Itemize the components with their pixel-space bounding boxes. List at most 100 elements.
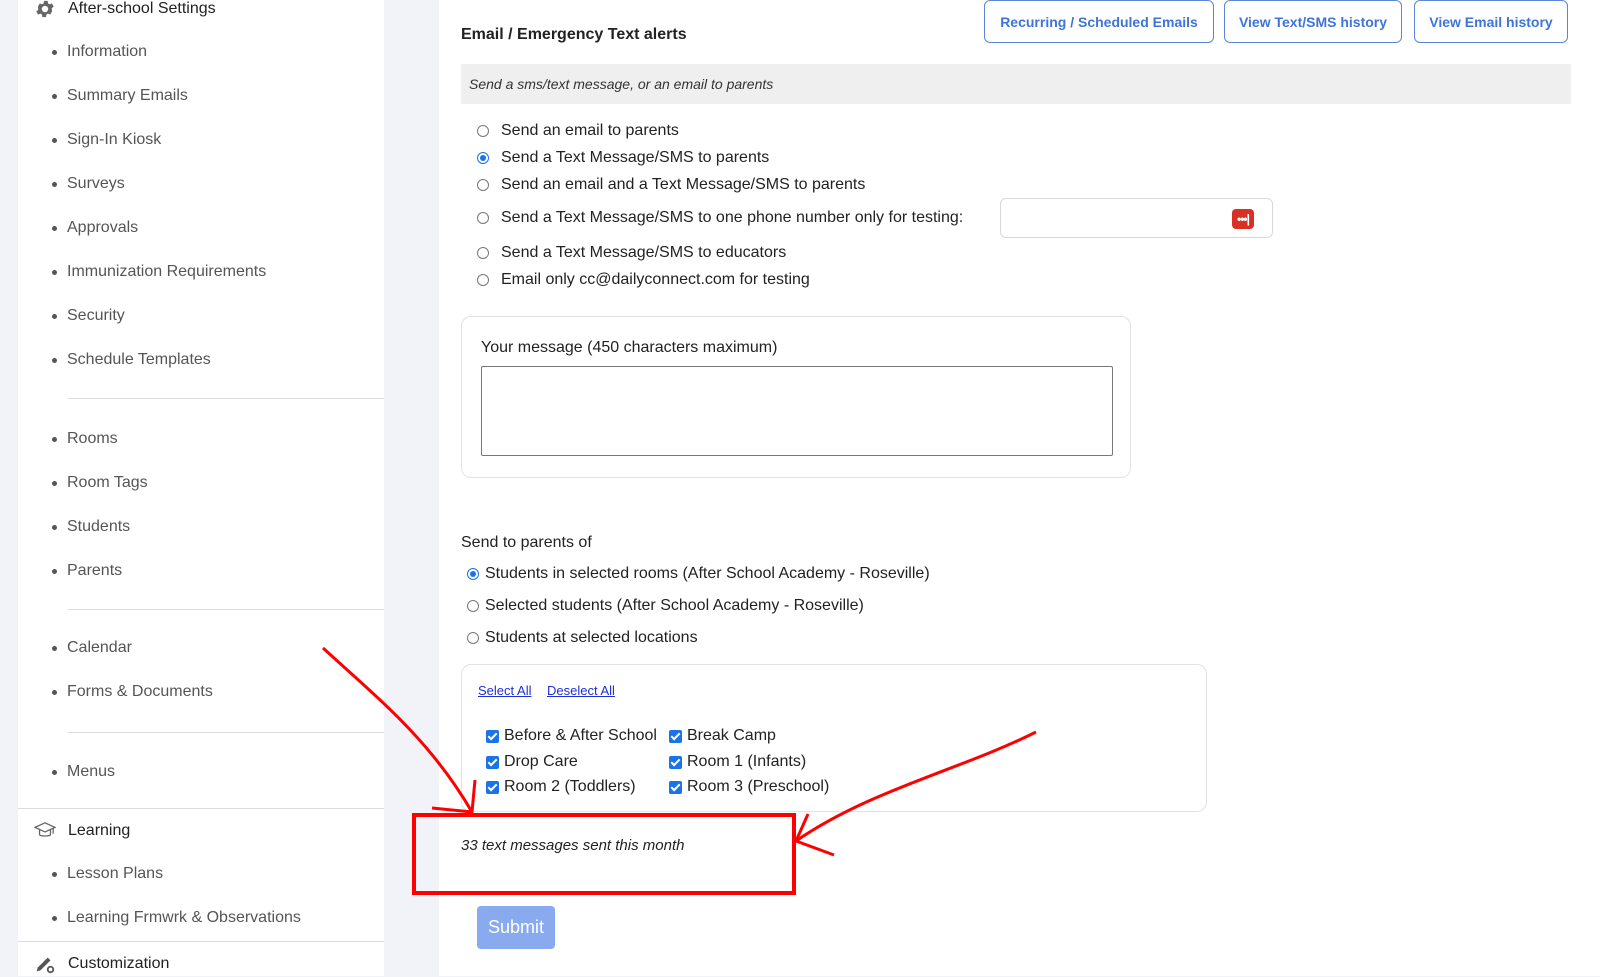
sidebar-item-menus[interactable]: Menus: [52, 761, 115, 783]
sidebar-item-label: Surveys: [67, 175, 125, 192]
sidebar-section-label: After-school Settings: [68, 0, 216, 17]
sidebar-item-room-tags[interactable]: Room Tags: [52, 472, 148, 494]
gear-icon: [34, 0, 56, 20]
recurring-scheduled-emails-button[interactable]: Recurring / Scheduled Emails: [984, 0, 1214, 43]
checkbox[interactable]: [669, 729, 682, 743]
room-label: Room 3 (Preschool): [687, 778, 830, 795]
bullet: [52, 871, 57, 877]
radio-button[interactable]: [477, 125, 489, 137]
send-option-email-and-sms[interactable]: Send an email and a Text Message/SMS to …: [477, 174, 865, 196]
test-phone-input[interactable]: [1007, 205, 1231, 233]
sidebar-item-label: Rooms: [67, 430, 118, 447]
sidebar-item-label: Sign-In Kiosk: [67, 131, 162, 148]
sidebar-item-calendar[interactable]: Calendar: [52, 637, 132, 659]
sidebar-item-security[interactable]: Security: [52, 305, 125, 327]
send-option-sms[interactable]: Send a Text Message/SMS to parents: [477, 147, 769, 169]
send-option-educators[interactable]: Send a Text Message/SMS to educators: [477, 242, 786, 264]
option-label: Students at selected locations: [485, 629, 698, 646]
sidebar-divider: [68, 609, 384, 610]
checkbox[interactable]: [669, 780, 682, 794]
message-textarea[interactable]: [481, 366, 1113, 456]
sidebar-item-label: Lesson Plans: [67, 865, 164, 882]
sidebar-item-approvals[interactable]: Approvals: [52, 217, 138, 239]
checkbox[interactable]: [486, 780, 499, 794]
sidebar-item-label: Calendar: [67, 639, 132, 656]
checkbox[interactable]: [486, 729, 499, 743]
sidebar-section-label: Learning: [68, 822, 131, 839]
send-option-test-phone[interactable]: Send a Text Message/SMS to one phone num…: [477, 207, 963, 229]
sidebar-item-learning-framework[interactable]: Learning Frmwrk & Observations: [52, 907, 301, 929]
room-checkbox-room-1[interactable]: Room 1 (Infants): [669, 751, 806, 773]
pencil-gear-icon: [34, 953, 56, 975]
sidebar-section-customization[interactable]: Customization: [34, 951, 169, 977]
sidebar-section-after-school-settings[interactable]: After-school Settings: [34, 0, 216, 22]
bullet: [52, 480, 57, 486]
send-option-test-email[interactable]: Email only cc@dailyconnect.com for testi…: [477, 269, 810, 291]
sidebar-section-learning[interactable]: Learning: [34, 818, 130, 844]
sidebar-item-label: Students: [67, 518, 131, 535]
option-label: Send a Text Message/SMS to one phone num…: [501, 209, 964, 226]
option-label: Send a Text Message/SMS to educators: [501, 244, 787, 261]
radio-button[interactable]: [477, 212, 489, 224]
option-label: Students in selected rooms (After School…: [485, 565, 930, 582]
bullet: [52, 181, 57, 187]
sidebar-item-lesson-plans[interactable]: Lesson Plans: [52, 863, 163, 885]
password-dots-icon[interactable]: •••|: [1232, 209, 1254, 229]
room-checkbox-break-camp[interactable]: Break Camp: [669, 725, 776, 747]
radio-button[interactable]: [477, 179, 489, 191]
sidebar-item-schedule-templates[interactable]: Schedule Templates: [52, 349, 211, 371]
sidebar-item-surveys[interactable]: Surveys: [52, 173, 125, 195]
send-to-label: Send to parents of: [461, 534, 592, 551]
radio-button[interactable]: [477, 152, 489, 164]
room-label: Before & After School: [504, 727, 657, 744]
radio-button[interactable]: [467, 568, 479, 580]
info-bar: Send a sms/text message, or an email to …: [461, 64, 1571, 104]
sidebar-item-sign-in-kiosk[interactable]: Sign-In Kiosk: [52, 129, 161, 151]
sidebar-item-summary-emails[interactable]: Summary Emails: [52, 85, 188, 107]
sidebar-item-immunization-requirements[interactable]: Immunization Requirements: [52, 261, 266, 283]
test-phone-field[interactable]: •••|: [1000, 198, 1273, 238]
submit-button[interactable]: Submit: [477, 906, 555, 949]
sidebar-item-students[interactable]: Students: [52, 516, 130, 538]
room-checkbox-room-2[interactable]: Room 2 (Toddlers): [486, 776, 636, 798]
sidebar-item-forms-documents[interactable]: Forms & Documents: [52, 681, 213, 703]
send-option-email[interactable]: Send an email to parents: [477, 120, 679, 142]
radio-button[interactable]: [477, 247, 489, 259]
room-checkbox-room-3[interactable]: Room 3 (Preschool): [669, 776, 829, 798]
sidebar-item-label: Menus: [67, 763, 116, 780]
sidebar-item-information[interactable]: Information: [52, 41, 147, 63]
sidebar-item-parents[interactable]: Parents: [52, 560, 122, 582]
room-label: Room 2 (Toddlers): [504, 778, 636, 795]
view-sms-history-button[interactable]: View Text/SMS history: [1224, 0, 1402, 43]
audience-option-selected-locations[interactable]: Students at selected locations: [467, 627, 698, 649]
sidebar-item-label: Summary Emails: [67, 87, 188, 104]
audience-option-selected-students[interactable]: Selected students (After School Academy …: [467, 595, 864, 617]
bullet: [52, 436, 57, 442]
bullet: [52, 915, 57, 921]
room-checkbox-drop-care[interactable]: Drop Care: [486, 751, 578, 773]
sidebar-item-label: Parents: [67, 562, 123, 579]
sidebar-item-label: Room Tags: [67, 474, 148, 491]
sidebar-divider: [18, 941, 384, 942]
select-all-link[interactable]: Select All: [478, 683, 531, 698]
sidebar-item-label: Security: [67, 307, 125, 324]
deselect-all-link[interactable]: Deselect All: [547, 683, 615, 698]
main-content: Recurring / Scheduled Emails View Text/S…: [439, 0, 1600, 976]
sidebar: After-school Settings Information Summar…: [18, 0, 384, 976]
sidebar-item-rooms[interactable]: Rooms: [52, 428, 118, 450]
room-label: Break Camp: [687, 727, 776, 744]
checkbox[interactable]: [486, 755, 499, 769]
radio-button[interactable]: [477, 274, 489, 286]
sidebar-divider: [68, 398, 384, 399]
sidebar-item-label: Schedule Templates: [67, 351, 211, 368]
bullet: [52, 313, 57, 319]
sidebar-item-label: Information: [67, 43, 148, 60]
radio-button[interactable]: [467, 600, 479, 612]
checkbox[interactable]: [669, 755, 682, 769]
radio-button[interactable]: [467, 632, 479, 644]
audience-option-selected-rooms[interactable]: Students in selected rooms (After School…: [467, 563, 930, 585]
room-checkbox-before-after-school[interactable]: Before & After School: [486, 725, 657, 747]
page-title: Email / Emergency Text alerts: [461, 26, 687, 43]
bullet: [52, 93, 57, 99]
view-email-history-button[interactable]: View Email history: [1414, 0, 1568, 43]
